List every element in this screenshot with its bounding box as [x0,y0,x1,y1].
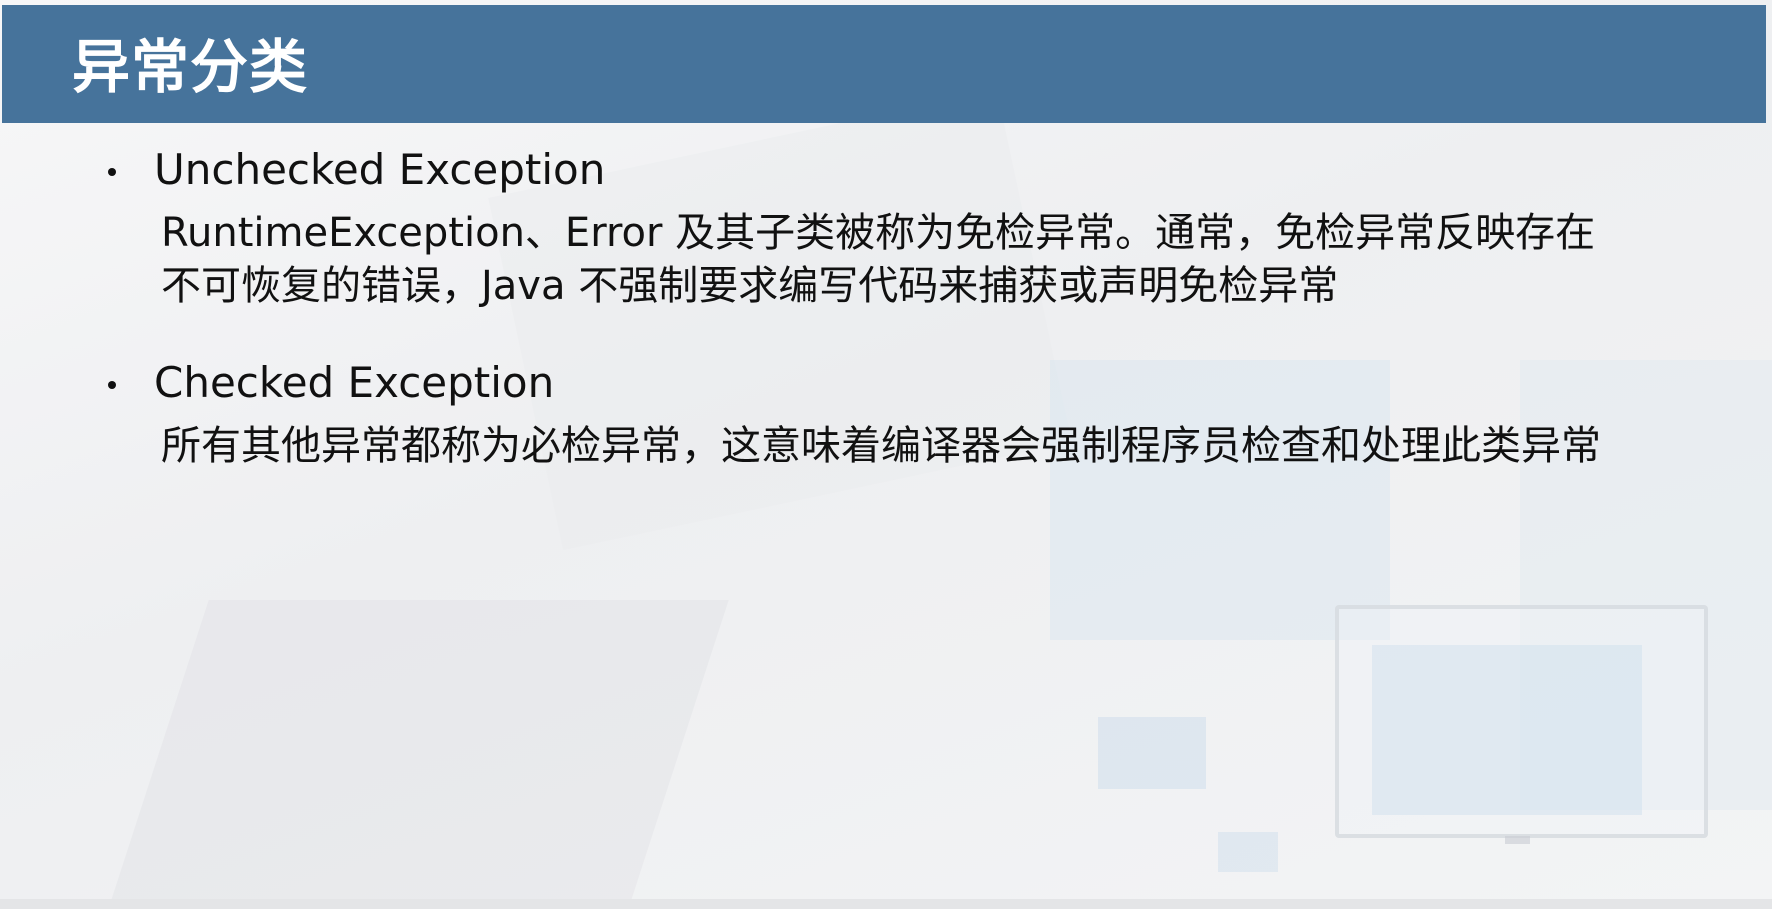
description-line: 不可恢复的错误，Java 不强制要求编写代码来捕获或声明免检异常 [161,263,1339,309]
bullet-description-checked: 所有其他异常都称为必检异常，这意味着编译器会强制程序员检查和处理此类异常 [161,420,1741,473]
bullet-heading-checked: Checked Exception [154,358,555,407]
description-line: 所有其他异常都称为必检异常，这意味着编译器会强制程序员检查和处理此类异常 [161,423,1601,469]
slide-content: Unchecked Exception RuntimeException、Err… [0,0,1772,909]
bullet-description-unchecked: RuntimeException、Error 及其子类被称为免检异常。通常，免检… [161,207,1741,313]
bottom-strip [0,899,1772,909]
description-line: RuntimeException、Error 及其子类被称为免检异常。通常，免检… [161,210,1596,256]
slide: 异常分类 Unchecked Exception RuntimeExceptio… [0,0,1772,909]
bullet-heading-unchecked: Unchecked Exception [154,145,606,194]
bullet-dot [108,168,116,176]
bullet-dot [108,381,116,389]
